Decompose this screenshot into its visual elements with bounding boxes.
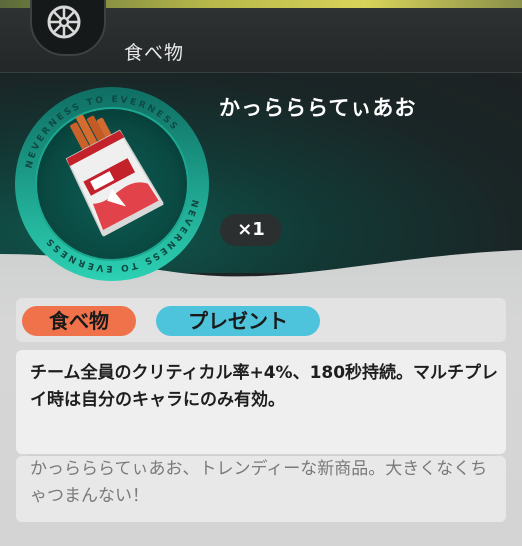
- flavor-text: かっらららてぃあお、トレンディーな新商品。大きくなくちゃつまんない！: [30, 459, 488, 506]
- item-name: かっらららてぃあお: [219, 96, 417, 120]
- item-detail-screen: 食べ物 NEVERNESS TO EVERNESS NEVERNESS TO E…: [0, 0, 522, 546]
- item-count-badge: ×1: [220, 214, 282, 246]
- category-tag: 食べ物: [22, 306, 136, 336]
- usage-tag: プレゼント: [156, 306, 320, 336]
- item-medallion: NEVERNESS TO EVERNESS NEVERNESS TO EVERN…: [15, 87, 209, 281]
- wheel-icon[interactable]: [44, 2, 84, 42]
- effect-description: チーム全員のクリティカル率+4%、180秒持続。マルチプレイ時は自分のキャラにの…: [30, 363, 499, 410]
- category-title: 食べ物: [124, 42, 185, 64]
